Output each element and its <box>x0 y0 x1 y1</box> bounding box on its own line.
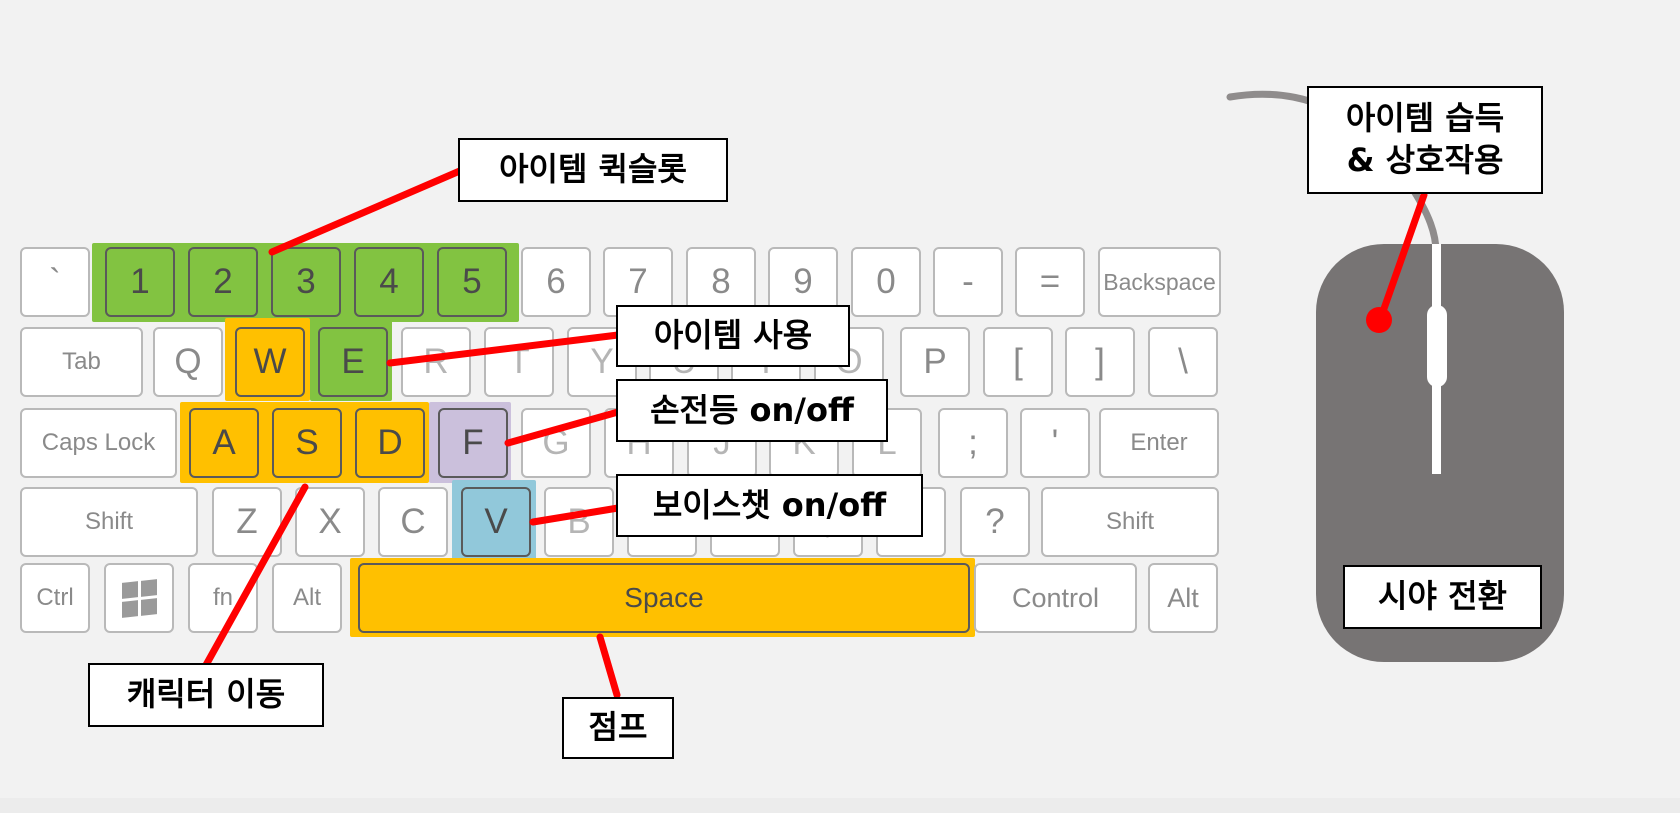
flashlight-connector <box>504 408 622 447</box>
item-use-label: 아이템 사용 <box>616 305 850 367</box>
item-pickup-label: 아이템 습득 & 상호작용 <box>1307 86 1543 194</box>
view-switch-label: 시야 전환 <box>1343 565 1542 629</box>
jump-label: 점프 <box>562 697 674 759</box>
mouse-scroll-wheel <box>1427 305 1447 387</box>
character-move-label: 캐릭터 이동 <box>88 663 324 727</box>
voice-chat-label: 보이스챗 on/off <box>616 474 923 537</box>
jump-connector <box>596 633 621 699</box>
voice-chat-connector <box>529 504 622 526</box>
quickslot-connector <box>268 166 466 256</box>
item-use-connector <box>386 331 622 367</box>
item-quickslot-label: 아이템 퀵슬롯 <box>458 138 728 202</box>
controls-diagram: ` 1 2 3 4 5 6 7 8 9 0 - = Backspace Tab … <box>0 0 1680 813</box>
move-connector <box>202 483 309 669</box>
flashlight-label: 손전등 on/off <box>616 379 888 442</box>
item-pickup-line2: & 상호작용 <box>1346 141 1504 179</box>
item-pickup-line1: 아이템 습득 <box>1345 99 1505 138</box>
left-click-dot <box>1366 307 1392 333</box>
